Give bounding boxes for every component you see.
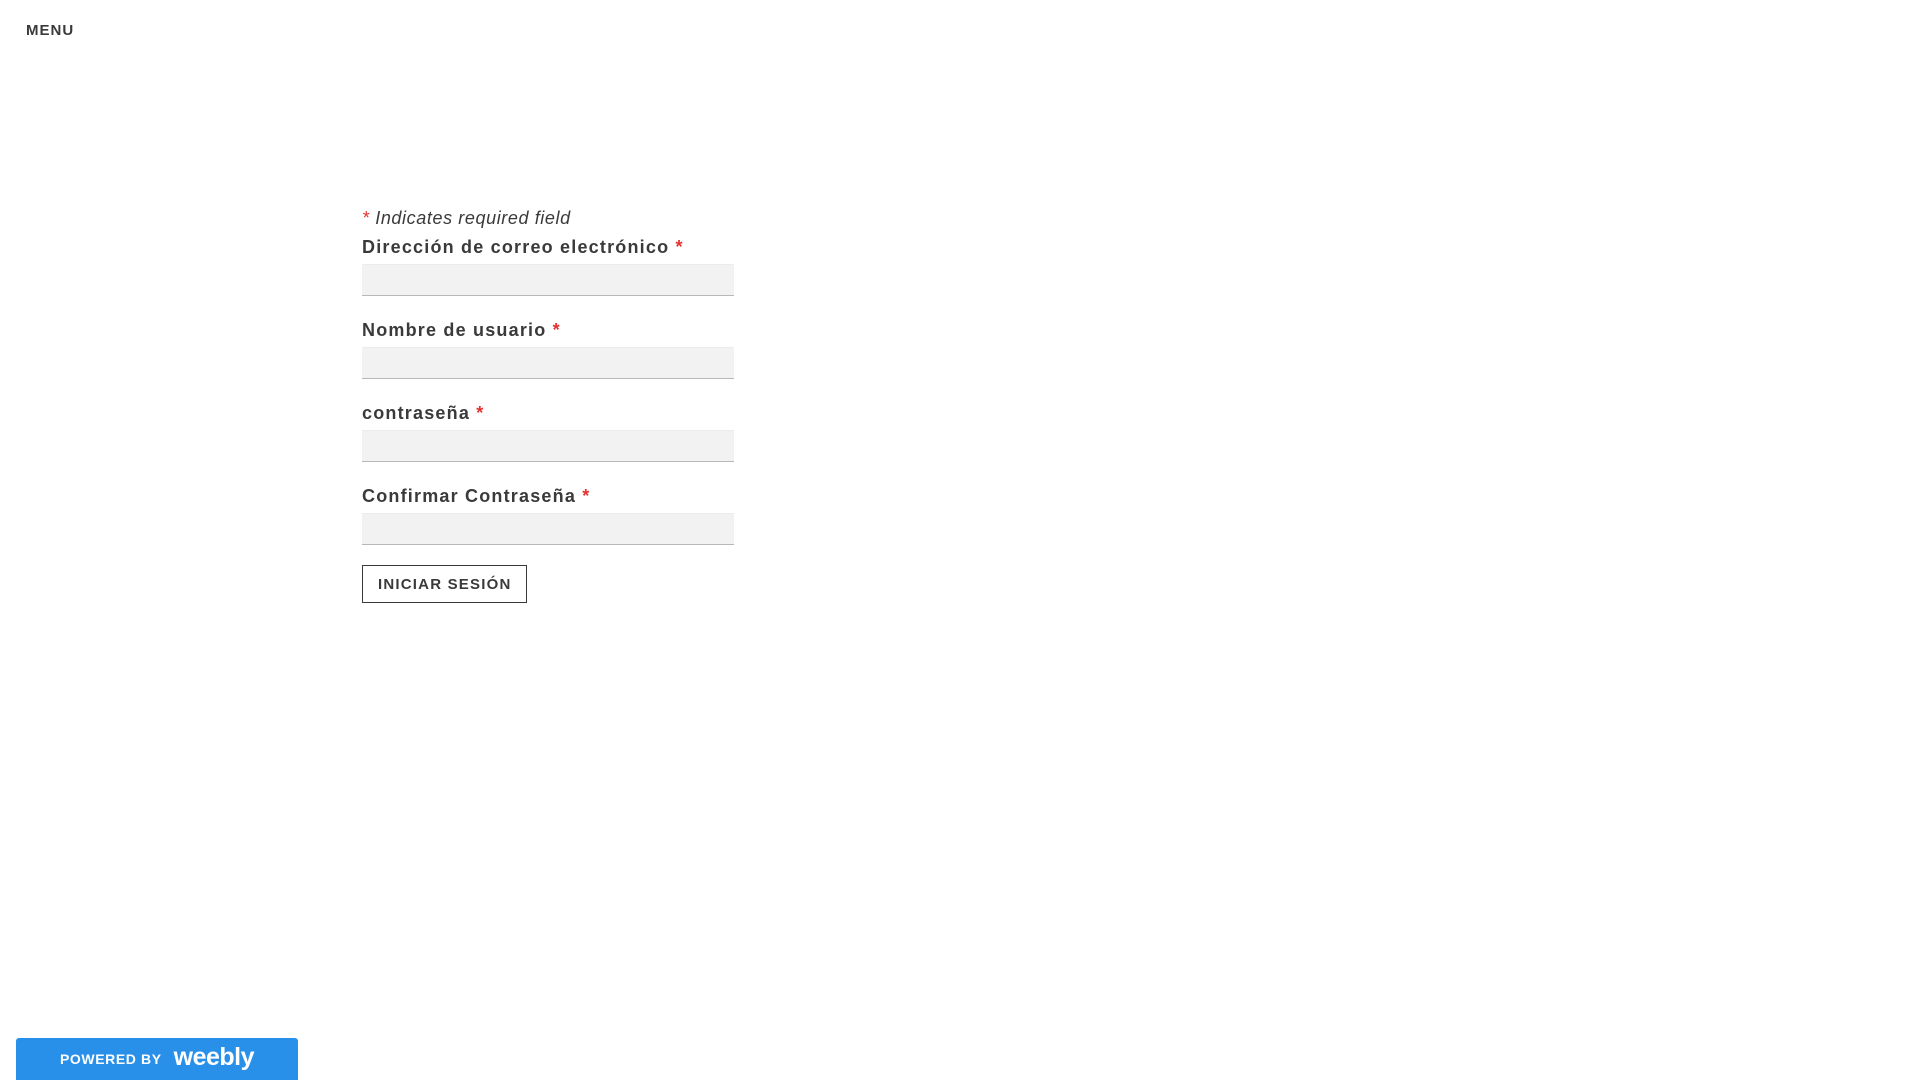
email-label-text: Dirección de correo electrónico xyxy=(362,237,670,257)
required-asterisk: * xyxy=(476,403,485,423)
username-label: Nombre de usuario * xyxy=(362,320,742,341)
password-label-text: contraseña xyxy=(362,403,471,423)
required-asterisk: * xyxy=(552,320,561,340)
email-label: Dirección de correo electrónico * xyxy=(362,237,742,258)
password-input[interactable] xyxy=(362,430,734,462)
signup-form: * Indicates required field Dirección de … xyxy=(362,208,742,603)
username-label-text: Nombre de usuario xyxy=(362,320,547,340)
powered-by-text: POWERED BY xyxy=(59,1051,162,1067)
required-note-text: Indicates required field xyxy=(375,208,571,228)
username-field-group: Nombre de usuario * xyxy=(362,320,742,379)
confirm-password-input[interactable] xyxy=(362,513,734,545)
required-asterisk: * xyxy=(582,486,591,506)
confirm-password-label-text: Confirmar Contraseña xyxy=(362,486,577,506)
email-field-group: Dirección de correo electrónico * xyxy=(362,237,742,296)
required-field-note: * Indicates required field xyxy=(362,208,742,229)
sign-in-button[interactable]: INICIAR SESIÓN xyxy=(362,565,528,603)
confirm-password-field-group: Confirmar Contraseña * xyxy=(362,486,742,545)
menu-button[interactable]: MENU xyxy=(26,22,74,39)
confirm-password-label: Confirmar Contraseña * xyxy=(362,486,742,507)
email-input[interactable] xyxy=(362,264,734,296)
powered-by-weebly-badge[interactable]: POWERED BY weebly xyxy=(16,1038,298,1080)
password-field-group: contraseña * xyxy=(362,403,742,462)
required-asterisk: * xyxy=(675,237,684,257)
weebly-logo: weebly xyxy=(173,1042,255,1071)
username-input[interactable] xyxy=(362,347,734,379)
password-label: contraseña * xyxy=(362,403,742,424)
required-asterisk: * xyxy=(362,208,370,228)
